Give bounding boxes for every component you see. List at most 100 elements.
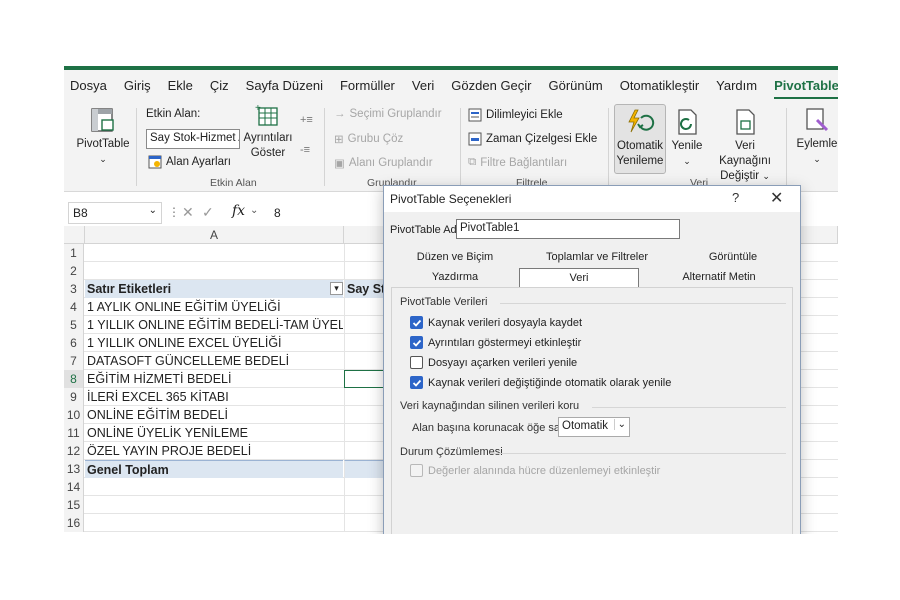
tab-review[interactable]: Gözden Geçir	[451, 78, 531, 93]
active-field-group-label: Etkin Alan	[210, 177, 257, 189]
checkbox-checked-icon	[410, 316, 423, 329]
row-header[interactable]: 14	[64, 478, 84, 496]
help-button[interactable]: ?	[732, 190, 739, 205]
row-header[interactable]: 4	[64, 298, 84, 316]
row-header[interactable]: 15	[64, 496, 84, 514]
cell-a[interactable]: Genel Toplam	[85, 460, 343, 478]
cell-a[interactable]	[85, 244, 343, 262]
tab-pivottable-analyze[interactable]: PivotTable Ar	[774, 78, 838, 99]
whatif-checkbox[interactable]: Değerler alanında hücre düzenlemeyi etki…	[410, 464, 660, 477]
cell-a[interactable]: EĞİTİM HİZMETİ BEDELİ	[85, 370, 343, 388]
row-header[interactable]: 6	[64, 334, 84, 352]
row-header[interactable]: 13	[64, 460, 84, 478]
insert-timeline-button[interactable]: Zaman Çizelgesi Ekle	[468, 132, 597, 146]
tab-data[interactable]: Veri	[519, 268, 639, 287]
pivottable-icon	[91, 108, 114, 132]
show-details-line2: Göster	[250, 147, 286, 159]
close-button[interactable]: ✕	[770, 188, 783, 208]
section-pivottable-data: PivotTable Verileri	[400, 296, 488, 308]
save-source-checkbox[interactable]: Kaynak verileri dosyayla kaydet	[410, 316, 582, 329]
group-field-label: Alanı Gruplandır	[348, 157, 433, 169]
cell-a[interactable]: Satır Etiketleri	[85, 280, 343, 298]
tab-formulas[interactable]: Formüller	[340, 78, 395, 93]
pivottable-button[interactable]: PivotTable ⌄	[76, 106, 130, 167]
insert-slicer-label: Dilimleyici Ekle	[486, 109, 563, 121]
retain-items-select[interactable]: Otomatik ⌄	[558, 417, 630, 437]
tab-insert[interactable]: Ekle	[168, 78, 193, 93]
actions-button[interactable]: Eylemle ⌄	[792, 106, 838, 167]
show-details-button[interactable]: + Ayrıntıları Göster	[240, 102, 296, 161]
name-box[interactable]: B8 ⌄	[68, 202, 162, 224]
group-selection-button[interactable]: → Seçimi Gruplandır	[334, 108, 442, 120]
pivottable-name-input[interactable]: PivotTable1	[456, 219, 680, 239]
expand-field-icon[interactable]: +≡	[300, 114, 313, 126]
cancel-icon[interactable]: ✕	[182, 204, 194, 221]
cell-a[interactable]: 1 YILLIK ONLINE EĞİTİM BEDELİ-TAM ÜYELİK	[85, 316, 343, 334]
change-data-source-button[interactable]: Veri Kaynağını Değiştir ⌄	[708, 108, 782, 184]
tab-layout-format[interactable]: Düzen ve Biçim	[391, 248, 519, 267]
active-field-input[interactable]: Say Stok-Hizmet A	[146, 129, 240, 149]
tab-totals-filters[interactable]: Toplamlar ve Filtreler	[519, 248, 675, 267]
tab-data[interactable]: Veri	[412, 78, 434, 93]
filter-dropdown-icon[interactable]: ▾	[330, 282, 343, 295]
insert-function-icon[interactable]: fx	[232, 203, 245, 219]
section-retain-items: Veri kaynağından silinen verileri koru	[400, 400, 580, 412]
tab-help[interactable]: Yardım	[716, 78, 757, 93]
tab-printing[interactable]: Yazdırma	[391, 268, 519, 287]
group-selection-label: Seçimi Gruplandır	[349, 108, 442, 120]
insert-slicer-button[interactable]: Dilimleyici Ekle	[468, 108, 563, 122]
slicer-icon	[468, 108, 482, 122]
auto-refresh-icon	[628, 109, 655, 133]
cell-a[interactable]: 1 YILLIK ONLINE EXCEL ÜYELİĞİ	[85, 334, 343, 352]
refresh-on-open-checkbox[interactable]: Dosyayı açarken verileri yenile	[410, 356, 577, 369]
row-header[interactable]: 11	[64, 424, 84, 442]
row-header[interactable]: 12	[64, 442, 84, 460]
row-header[interactable]: 8	[64, 370, 84, 388]
section-what-if: Durum Çözümlemesi	[400, 446, 503, 458]
group-field-button[interactable]: ▣ Alanı Gruplandır	[334, 156, 433, 170]
dialog-title: PivotTable Seçenekleri	[390, 192, 512, 206]
cell-a[interactable]	[85, 514, 343, 532]
cell-a[interactable]: İLERİ EXCEL 365 KİTABI	[85, 388, 343, 406]
filter-connections-button[interactable]: ⧉ Filtre Bağlantıları	[468, 156, 567, 169]
cell-a[interactable]	[85, 496, 343, 514]
row-header[interactable]: 7	[64, 352, 84, 370]
cell-a[interactable]	[85, 478, 343, 496]
tab-view[interactable]: Görünüm	[549, 78, 603, 93]
tab-automate[interactable]: Otomatikleştir	[620, 78, 699, 93]
field-settings-button[interactable]: Alan Ayarları	[148, 155, 231, 169]
row-header[interactable]: 16	[64, 514, 84, 532]
enter-icon[interactable]: ✓	[202, 204, 214, 221]
formula-input[interactable]: 8	[274, 206, 281, 220]
tab-display[interactable]: Görüntüle	[675, 248, 791, 267]
row-header[interactable]: 10	[64, 406, 84, 424]
cell-a[interactable]: ONLİNE ÜYELİK YENİLEME	[85, 424, 343, 442]
select-all-corner[interactable]	[64, 226, 85, 244]
auto-refresh-checkbox[interactable]: Kaynak verileri değiştiğinde otomatik ol…	[410, 376, 671, 389]
enable-expand-checkbox[interactable]: Ayrıntıları göstermeyi etkinleştir	[410, 336, 581, 349]
name-box-value: B8	[73, 206, 88, 220]
tab-draw[interactable]: Çiz	[210, 78, 229, 93]
row-header[interactable]: 9	[64, 388, 84, 406]
tab-alt-text[interactable]: Alternatif Metin	[647, 268, 791, 287]
auto-refresh-button[interactable]: Otomatik Yenileme	[615, 108, 665, 169]
cell-a[interactable]: ÖZEL YAYIN PROJE BEDELİ	[85, 442, 343, 460]
chevron-down-icon[interactable]: ⌄	[149, 205, 157, 216]
row-header[interactable]: 5	[64, 316, 84, 334]
column-header-a[interactable]: A	[85, 226, 344, 244]
cell-a[interactable]: ONLİNE EĞİTİM BEDELİ	[85, 406, 343, 424]
cell-a[interactable]: 1 AYLIK ONLINE EĞİTİM ÜYELİĞİ	[85, 298, 343, 316]
refresh-button[interactable]: Yenile ⌄	[670, 108, 704, 169]
collapse-field-icon[interactable]: -≡	[300, 144, 310, 156]
row-header[interactable]: 1	[64, 244, 84, 262]
row-header[interactable]: 2	[64, 262, 84, 280]
cell-a[interactable]: DATASOFT GÜNCELLEME BEDELİ	[85, 352, 343, 370]
ungroup-button[interactable]: ⊞ Grubu Çöz	[334, 132, 403, 146]
row-header[interactable]: 3	[64, 280, 84, 298]
dialog-tabs: Düzen ve Biçim Toplamlar ve Filtreler Gö…	[391, 248, 791, 288]
tab-page-layout[interactable]: Sayfa Düzeni	[246, 78, 323, 93]
tab-home[interactable]: Giriş	[124, 78, 151, 93]
cell-a[interactable]	[85, 262, 343, 280]
retain-items-label: Alan başına korunacak öğe sayısı:	[412, 422, 581, 434]
tab-file[interactable]: Dosya	[70, 78, 107, 93]
